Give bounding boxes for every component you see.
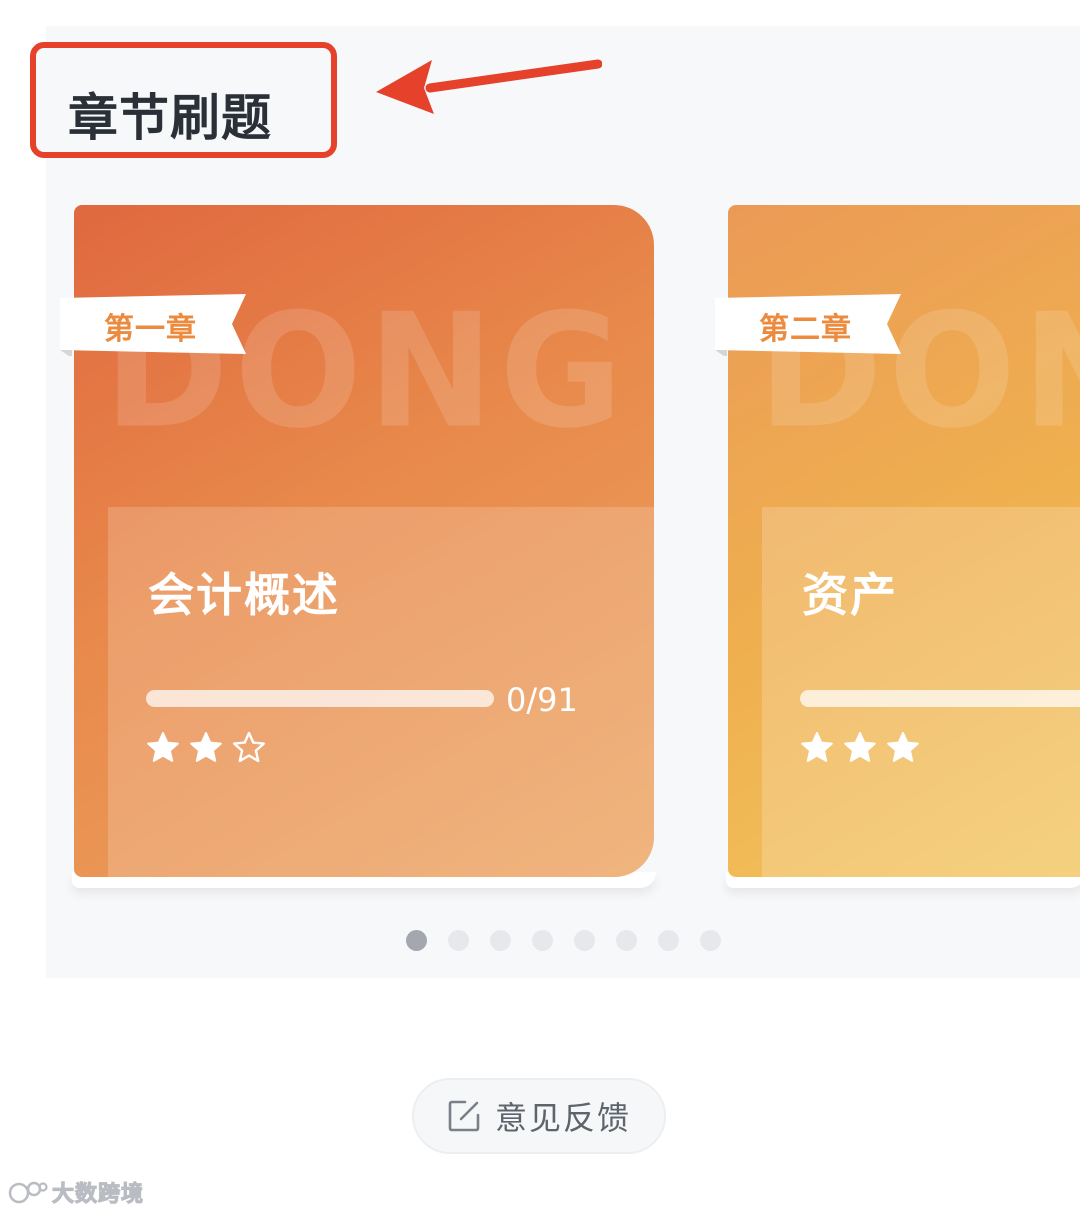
pager-dot[interactable] bbox=[700, 930, 721, 951]
pager-dot[interactable] bbox=[490, 930, 511, 951]
feedback-button[interactable]: 意见反馈 bbox=[412, 1078, 666, 1154]
carousel-pager bbox=[406, 930, 721, 951]
chapter-tag: 第二章 bbox=[759, 312, 852, 347]
pager-dot[interactable] bbox=[448, 930, 469, 951]
card-content: 会计概述 0/91 bbox=[108, 507, 654, 877]
section-title: 章节刷题 bbox=[68, 89, 272, 147]
page: 章节刷题 DONG AO 会计概述 0/91 第一章 DONG 资产 bbox=[0, 0, 1080, 1216]
brand-logo-icon bbox=[8, 1181, 48, 1204]
star-filled-icon bbox=[801, 732, 833, 762]
card-content: 资产 bbox=[762, 507, 1080, 877]
progress-bar bbox=[800, 690, 1080, 707]
footer-brand-text: 大数跨境 bbox=[51, 1182, 145, 1208]
difficulty-stars bbox=[146, 731, 266, 765]
pager-dot[interactable] bbox=[574, 930, 595, 951]
pager-dot[interactable] bbox=[406, 930, 427, 951]
feedback-label: 意见反馈 bbox=[494, 1099, 631, 1137]
pager-dot[interactable] bbox=[658, 930, 679, 951]
annotation-arrow-icon bbox=[376, 59, 602, 114]
progress-count: 0/91 bbox=[506, 681, 578, 719]
star-filled-icon bbox=[190, 732, 222, 762]
chapter-ribbon: 第二章 bbox=[715, 294, 901, 356]
progress-bar bbox=[146, 690, 494, 707]
star-filled-icon bbox=[887, 732, 919, 762]
star-filled-icon bbox=[147, 732, 179, 762]
pager-dot[interactable] bbox=[616, 930, 637, 951]
edit-icon bbox=[448, 1100, 480, 1132]
difficulty-stars bbox=[800, 731, 920, 765]
star-filled-icon bbox=[844, 732, 876, 762]
chapter-ribbon: 第一章 bbox=[60, 294, 246, 356]
chapter-name: 资产 bbox=[802, 568, 898, 622]
star-outline-icon bbox=[233, 731, 265, 763]
footer-brand: 大数跨境 bbox=[8, 1176, 144, 1208]
chapter-name: 会计概述 bbox=[148, 568, 340, 622]
chapter-tag: 第一章 bbox=[104, 312, 197, 347]
pager-dot[interactable] bbox=[532, 930, 553, 951]
